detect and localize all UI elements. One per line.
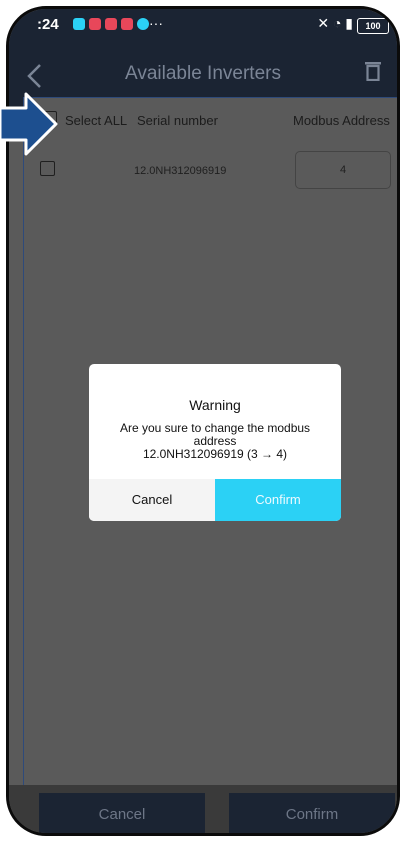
notification-icon — [73, 18, 85, 30]
notification-icon — [105, 18, 117, 30]
modbus-address-input[interactable]: 4 — [295, 151, 391, 189]
pointer-arrow-icon — [0, 92, 58, 156]
status-bar: :24 ··· ✕ ◔ ▮ 100 — [9, 9, 397, 41]
notification-icon — [121, 18, 133, 30]
page-title: Available Inverters — [125, 63, 281, 84]
bottom-confirm-button[interactable]: Confirm — [229, 793, 395, 833]
phone-frame: :24 ··· ✕ ◔ ▮ 100 Available Inverters Se… — [6, 6, 400, 836]
trash-icon[interactable] — [365, 61, 381, 81]
more-notifications-indicator: ··· — [149, 15, 163, 31]
select-all-label: Select ALL — [65, 113, 128, 128]
signal-icons: ✕ ◔ ▮ — [317, 15, 353, 31]
battery-icon: 100 — [357, 18, 389, 34]
dialog-confirm-button[interactable]: Confirm — [215, 479, 341, 521]
dialog-title: Warning — [189, 397, 241, 413]
notification-icon — [89, 18, 101, 30]
modbus-address-header: Modbus Address — [293, 113, 390, 128]
bottom-cancel-button[interactable]: Cancel — [39, 793, 205, 833]
status-time: :24 — [37, 16, 59, 33]
serial-number-header: Serial number — [137, 113, 218, 128]
notification-icon — [137, 18, 149, 30]
row-serial-number: 12.0NH312096919 — [134, 165, 227, 177]
row-checkbox[interactable] — [40, 161, 55, 176]
dialog-cancel-button[interactable]: Cancel — [89, 479, 215, 521]
dialog-message-line: 12.0NH312096919 (3 → 4) — [142, 447, 288, 461]
dialog-message: Are you sure to change the modbus addres… — [101, 422, 329, 461]
warning-dialog: Warning Are you sure to change the modbu… — [89, 364, 341, 521]
